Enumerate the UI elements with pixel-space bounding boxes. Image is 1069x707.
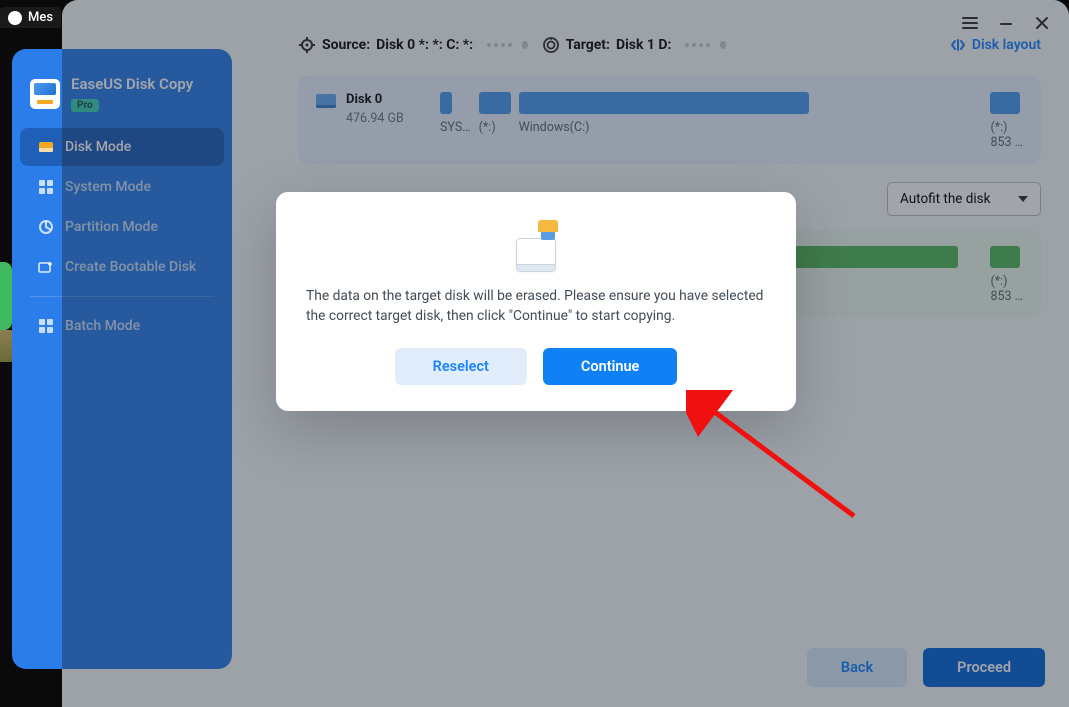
grid-icon <box>38 179 54 195</box>
taskbar-label: Mes <box>28 10 53 25</box>
grid-icon <box>38 318 54 334</box>
erase-disk-icon <box>510 220 562 272</box>
modal-icon-wrap <box>306 220 766 272</box>
modal-buttons: Reselect Continue <box>306 348 766 385</box>
taskbar-item[interactable]: Mes <box>0 7 61 28</box>
reselect-button[interactable]: Reselect <box>395 348 527 385</box>
modal-message: The data on the target disk will be eras… <box>306 286 766 326</box>
plus-disk-icon <box>38 259 54 275</box>
chat-icon <box>8 11 22 25</box>
app-window: EaseUS Disk Copy Pro Disk Mode System Mo… <box>62 0 1069 707</box>
background-widget <box>0 262 12 330</box>
pie-icon <box>38 219 54 235</box>
app-logo-icon <box>30 79 60 109</box>
continue-button[interactable]: Continue <box>543 348 677 385</box>
disk-icon <box>38 139 54 155</box>
confirm-modal: The data on the target disk will be eras… <box>276 192 796 411</box>
